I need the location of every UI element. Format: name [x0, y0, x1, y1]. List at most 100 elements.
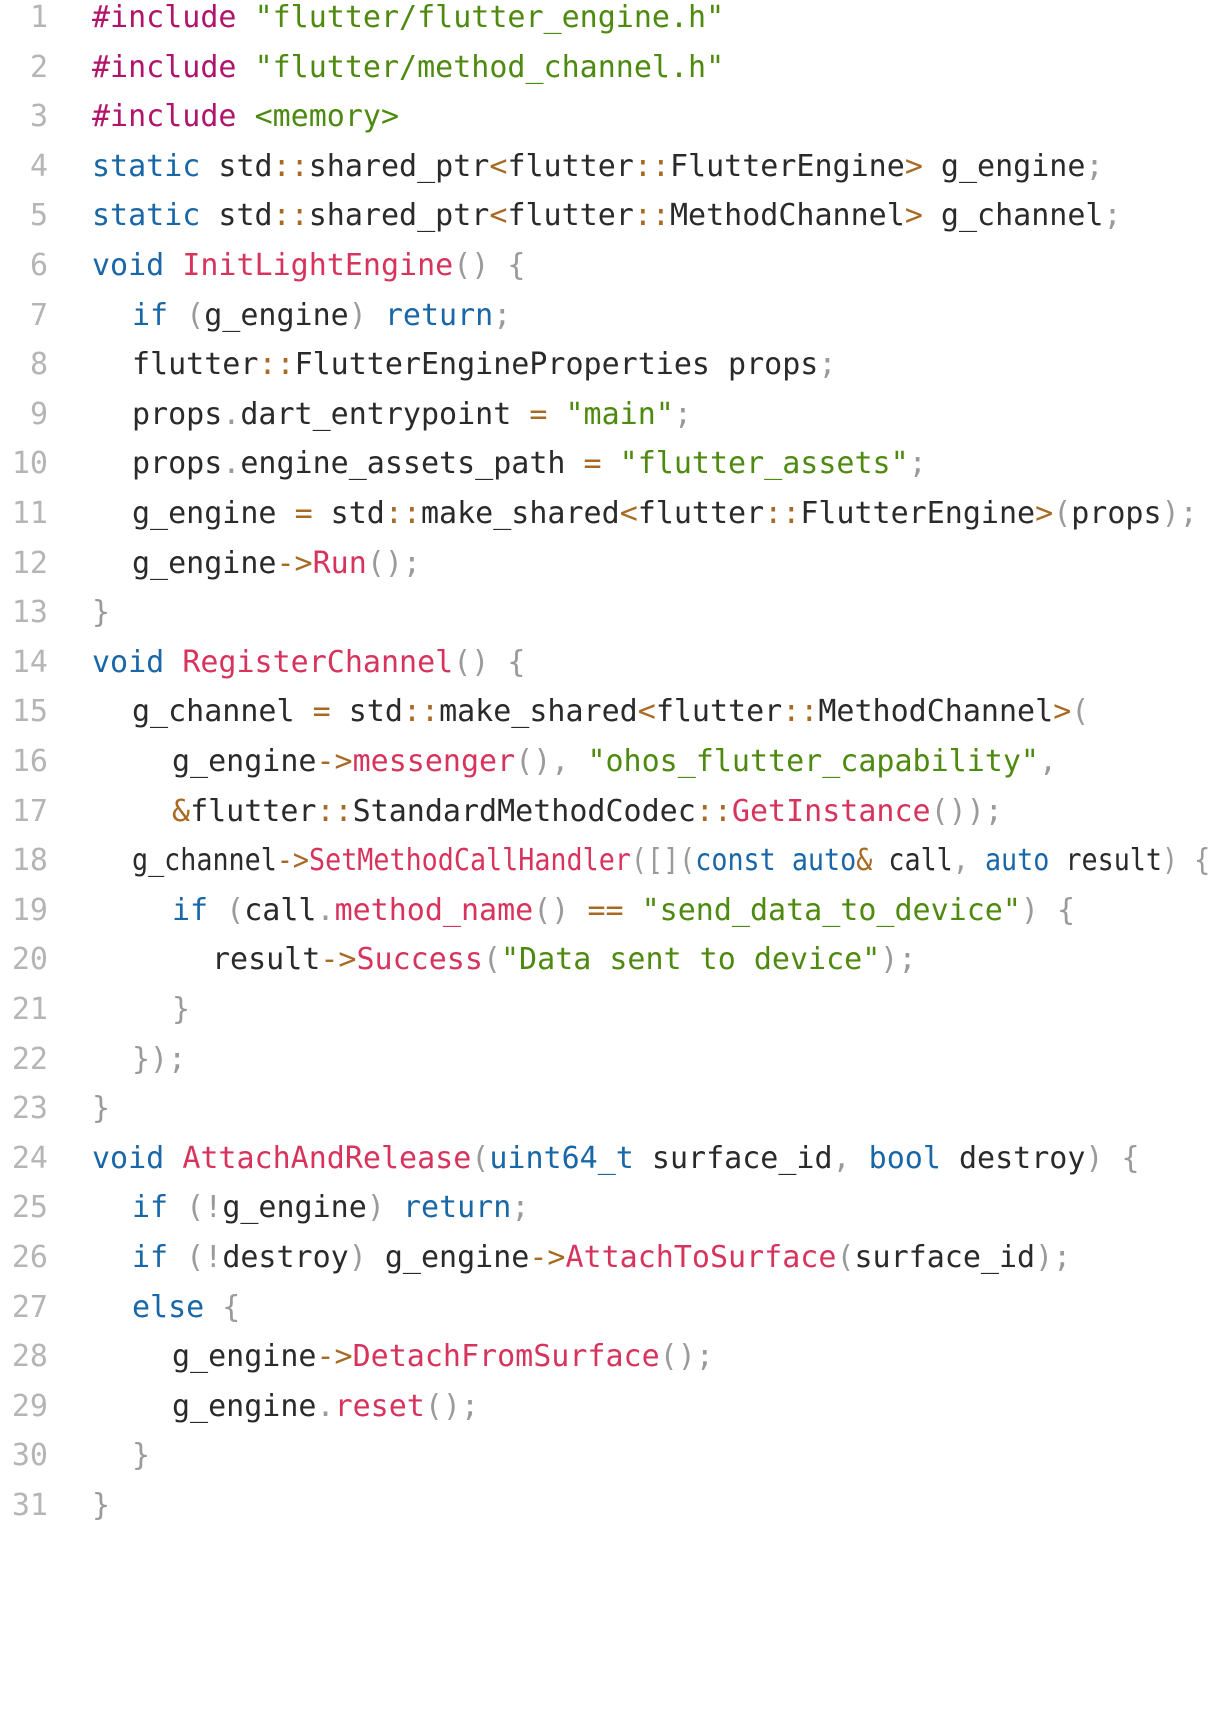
code-line[interactable]: 9 props.dart_entrypoint = "main"; [0, 388, 1218, 442]
code-line[interactable]: 10 props.engine_assets_path = "flutter_as… [0, 437, 1218, 491]
code-token-plain: g_channel [132, 843, 277, 879]
code-line[interactable]: 26 if (!destroy) g_engine->AttachToSurfac… [0, 1231, 1218, 1285]
code-token-op: :: [384, 496, 421, 531]
code-token-punct: }); [132, 1041, 187, 1077]
code-token-punct: { [489, 248, 526, 283]
code-line[interactable]: 4 static std::shared_ptr<flutter::Flutter… [0, 140, 1218, 194]
line-code: } [132, 1429, 150, 1483]
code-line[interactable]: 29 g_engine.reset(); [0, 1380, 1218, 1434]
code-token-plain: std [330, 694, 403, 730]
code-line[interactable]: 22}); [0, 1033, 1218, 1087]
code-token-op: & [856, 843, 873, 879]
code-line[interactable]: 16 g_engine->messenger(), "ohos_flutter_c… [0, 735, 1218, 789]
code-line[interactable]: 21} [0, 983, 1218, 1037]
line-number: 22 [11, 1041, 48, 1077]
code-token-func: SetMethodCallHandler [309, 843, 631, 879]
code-token-punct: ( [1053, 496, 1072, 531]
code-token-op: :: [764, 496, 801, 531]
code-line[interactable]: 27 else { [0, 1281, 1218, 1335]
line-number: 20 [11, 942, 48, 978]
code-line[interactable]: 1 #include "flutter/flutter_engine.h" [0, 0, 1218, 45]
code-line[interactable]: 23} [0, 1082, 1218, 1136]
code-token-op: < [489, 198, 508, 234]
code-token-punct: ; [1085, 148, 1104, 184]
code-token-op: = [294, 496, 313, 531]
line-code: } [92, 586, 110, 640]
code-line[interactable]: 31} [0, 1479, 1218, 1533]
code-token-func: RegisterChannel [182, 644, 454, 680]
code-line[interactable]: 3 #include <memory> [0, 90, 1218, 144]
code-token-plain: flutter [637, 496, 765, 531]
code-line[interactable]: 28 g_engine->DetachFromSurface(); [0, 1330, 1218, 1384]
line-number: 18 [11, 843, 48, 879]
code-token-func: AttachToSurface [565, 1240, 837, 1275]
code-token-op: > [1053, 694, 1072, 730]
code-token-punct: ); [1161, 496, 1198, 531]
line-number: 31 [11, 1488, 48, 1523]
code-token-preproc: #include [92, 49, 237, 85]
code-line[interactable]: 30} [0, 1429, 1218, 1483]
code-token-plain: std [312, 496, 385, 531]
code-line[interactable]: 6 void InitLightEngine() { [0, 239, 1218, 293]
code-token-op: :: [272, 198, 309, 234]
code-token-punct: ( [836, 1240, 855, 1275]
code-token-op: :: [695, 793, 732, 829]
code-token-plain: g_engine [222, 1190, 367, 1226]
line-code: void InitLightEngine() { [92, 239, 526, 293]
code-token-plain: flutter [507, 198, 634, 234]
code-token-op: -> [276, 545, 313, 581]
code-token-plain: MethodChannel [818, 694, 1054, 730]
line-code: flutter::FlutterEngineProperties props; [132, 338, 836, 392]
code-line[interactable]: 12 g_engine->Run(); [0, 537, 1218, 591]
code-token-punct: ; [493, 297, 512, 333]
code-token-plain: props [1071, 496, 1162, 531]
code-line[interactable]: 25 if (!g_engine) return; [0, 1181, 1218, 1235]
code-token-plain: std [200, 198, 273, 234]
line-code: void AttachAndRelease(uint64_t surface_i… [92, 1132, 1140, 1186]
code-line[interactable]: 2 #include "flutter/method_channel.h" [0, 41, 1218, 95]
code-token-punct: { [489, 644, 526, 680]
line-number: 25 [11, 1190, 48, 1226]
line-number: 16 [11, 744, 48, 779]
code-token-keyword: return [384, 297, 494, 333]
code-token-punct: (); [659, 1339, 714, 1375]
code-line[interactable]: 5 static std::shared_ptr<flutter::MethodC… [0, 189, 1218, 243]
code-token-punct: } [92, 1488, 111, 1523]
code-token-preproc: #include [92, 99, 237, 135]
code-line[interactable]: 14 void RegisterChannel() { [0, 636, 1218, 690]
code-token-func: method_name [334, 892, 534, 928]
line-code: g_channel = std::make_shared<flutter::Me… [132, 685, 1089, 739]
code-line[interactable]: 24 void AttachAndRelease(uint64_t surface… [0, 1132, 1218, 1186]
code-token-keyword: if [132, 297, 169, 333]
code-line[interactable]: 15 g_channel = std::make_shared<flutter::… [0, 685, 1218, 739]
code-line[interactable]: 20 result->Success("Data sent to device")… [0, 933, 1218, 987]
code-line[interactable]: 17 &flutter::StandardMethodCodec::GetInst… [0, 785, 1218, 839]
code-token-op: = [529, 396, 548, 432]
code-token-plain: call [244, 892, 317, 928]
code-line[interactable]: 13} [0, 586, 1218, 640]
code-token-op: & [172, 793, 191, 829]
line-number: 6 [29, 248, 48, 283]
code-line[interactable]: 19 if (call.method_name() == "send_data_t… [0, 884, 1218, 938]
line-code: static std::shared_ptr<flutter::MethodCh… [92, 189, 1122, 243]
code-editor[interactable]: 1 #include "flutter/flutter_engine.h" 2 #in… [0, 0, 1218, 1714]
code-token-func: reset [334, 1388, 425, 1424]
code-token-plain: g_engine [172, 744, 317, 779]
code-token-plain: destroy [940, 1140, 1086, 1176]
code-token-keyword: return [402, 1190, 512, 1226]
code-token-plain: shared_ptr [308, 198, 490, 234]
code-line[interactable]: 7 if (g_engine) return; [0, 289, 1218, 343]
code-token-plain: flutter [132, 347, 259, 383]
line-number: 12 [11, 545, 48, 581]
code-token-punct: ( [471, 1140, 490, 1176]
line-number: 28 [11, 1339, 48, 1375]
code-line[interactable]: 11 g_engine = std::make_shared<flutter::F… [0, 487, 1218, 541]
code-token-punct: ; [818, 347, 837, 383]
code-token-plain: engine_assets_path [240, 446, 584, 482]
code-line[interactable]: 18 g_channel->SetMethodCallHandler([](con… [0, 834, 1218, 888]
code-token-plain: props [132, 396, 223, 432]
code-line[interactable]: 8 flutter::FlutterEngineProperties props; [0, 338, 1218, 392]
